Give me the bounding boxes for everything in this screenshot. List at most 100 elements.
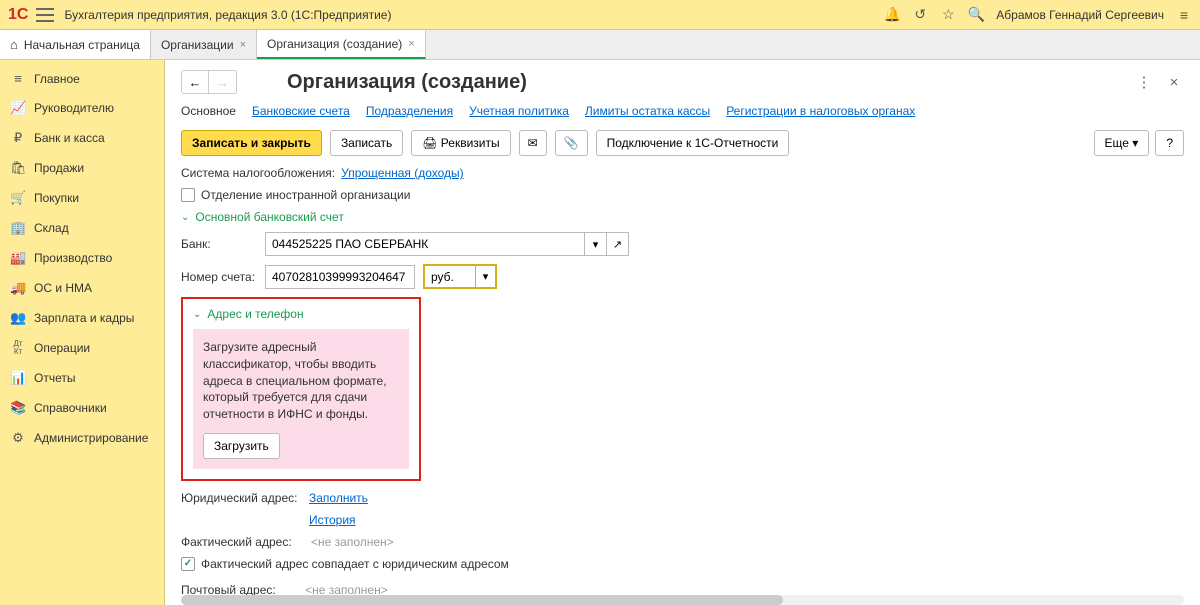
- close-icon[interactable]: ×: [240, 39, 246, 51]
- bank-section-header[interactable]: ⌄ Основной банковский счет: [181, 210, 1184, 224]
- account-input[interactable]: [265, 265, 415, 289]
- mail-button[interactable]: ✉: [519, 130, 547, 156]
- foreign-branch-checkbox[interactable]: [181, 188, 195, 202]
- account-label: Номер счета:: [181, 270, 257, 284]
- sidebar-item-main[interactable]: ≡Главное: [0, 64, 164, 93]
- sidebar-item-admin[interactable]: ⚙ Администрирование: [0, 423, 164, 453]
- history-link[interactable]: История: [309, 513, 356, 527]
- tax-system-label: Система налогообложения:: [181, 166, 335, 180]
- forward-button[interactable]: →: [209, 70, 237, 94]
- sidebar-item-hr[interactable]: 👥 Зарплата и кадры: [0, 303, 164, 333]
- history-icon[interactable]: ↺: [912, 7, 928, 23]
- section-bank-accounts[interactable]: Банковские счета: [252, 104, 350, 120]
- address-section-header[interactable]: ⌄ Адрес и телефон: [193, 307, 409, 321]
- section-tax-registrations[interactable]: Регистрации в налоговых органах: [726, 104, 915, 120]
- tab-organizations[interactable]: Организации ×: [151, 30, 257, 59]
- bank-label: Банк:: [181, 237, 257, 251]
- sidebar-item-label: Администрирование: [34, 431, 148, 445]
- sidebar-item-warehouse[interactable]: 🏢Склад: [0, 213, 164, 243]
- actual-same-label: Фактический адрес совпадает с юридически…: [201, 557, 509, 571]
- more-button[interactable]: Еще ▾: [1094, 130, 1150, 156]
- sidebar-item-bank[interactable]: ₽Банк и касса: [0, 123, 164, 153]
- dropdown-button[interactable]: ▾: [585, 232, 607, 256]
- tab-org-create[interactable]: Организация (создание) ×: [257, 30, 426, 59]
- section-nav: Основное Банковские счета Подразделения …: [181, 104, 1184, 120]
- sidebar-item-references[interactable]: 📚Справочники: [0, 393, 164, 423]
- section-cash-limits[interactable]: Лимиты остатка кассы: [585, 104, 710, 120]
- sidebar-item-manager[interactable]: 📈 Руководителю: [0, 93, 164, 123]
- close-icon[interactable]: ×: [1164, 72, 1184, 92]
- save-close-button[interactable]: Записать и закрыть: [181, 130, 322, 156]
- sidebar-item-sales[interactable]: 🛍 Продажи: [0, 153, 164, 183]
- chevron-down-icon: ⌄: [181, 212, 189, 223]
- sidebar-item-label: Зарплата и кадры: [34, 311, 134, 325]
- legal-address-label: Юридический адрес:: [181, 491, 301, 505]
- address-highlight-box: ⌄ Адрес и телефон Загрузите адресный кла…: [181, 297, 421, 481]
- actual-address-value: <не заполнен>: [311, 535, 394, 549]
- mail-icon: ✉: [528, 136, 538, 150]
- back-button[interactable]: ←: [181, 70, 209, 94]
- sidebar-item-purchases[interactable]: 🛒 Покупки: [0, 183, 164, 213]
- people-icon: 👥: [10, 310, 26, 326]
- help-button[interactable]: ?: [1155, 130, 1184, 156]
- sidebar-item-operations[interactable]: Дт Кт Операции: [0, 333, 164, 363]
- section-label: Основной банковский счет: [195, 210, 343, 224]
- sidebar-item-label: Продажи: [34, 161, 84, 175]
- bank-input[interactable]: [265, 232, 585, 256]
- sidebar: ≡Главное 📈 Руководителю ₽Банк и касса 🛍 Пр…: [0, 60, 165, 605]
- tax-system-link[interactable]: Упрощенная (доходы): [341, 166, 464, 180]
- sidebar-item-label: Производство: [34, 251, 112, 265]
- save-button[interactable]: Записать: [330, 130, 403, 156]
- requisites-button[interactable]: 🖨 Реквизиты: [411, 130, 510, 156]
- foreign-branch-label: Отделение иностранной организации: [201, 188, 410, 202]
- section-label: Адрес и телефон: [207, 307, 303, 321]
- app-title: Бухгалтерия предприятия, редакция 3.0 (1…: [64, 8, 391, 22]
- ruble-icon: ₽: [10, 130, 26, 146]
- scrollbar-thumb[interactable]: [181, 595, 783, 605]
- chart-icon: 📈: [10, 100, 26, 116]
- actual-address-label: Фактический адрес:: [181, 535, 292, 549]
- bag-icon: 🛍: [10, 160, 26, 176]
- horizontal-scrollbar[interactable]: [181, 595, 1184, 605]
- open-button[interactable]: ↗: [607, 232, 629, 256]
- chevron-down-icon: ▾: [1132, 136, 1138, 150]
- section-main[interactable]: Основное: [181, 104, 236, 120]
- load-classifier-button[interactable]: Загрузить: [203, 433, 280, 459]
- bell-icon[interactable]: 🔔: [884, 7, 900, 23]
- sidebar-item-reports[interactable]: 📊Отчеты: [0, 363, 164, 393]
- currency-field[interactable]: [425, 266, 475, 287]
- actual-same-checkbox[interactable]: ✓: [181, 557, 195, 571]
- sidebar-item-label: Справочники: [34, 401, 107, 415]
- fill-address-link[interactable]: Заполнить: [309, 491, 368, 505]
- topbar: 1С Бухгалтерия предприятия, редакция 3.0…: [0, 0, 1200, 30]
- sidebar-item-label: Руководителю: [34, 101, 114, 115]
- sidebar-item-label: Покупки: [34, 191, 79, 205]
- chevron-down-icon: ⌄: [193, 309, 201, 320]
- tab-home[interactable]: ⌂ Начальная страница: [0, 30, 151, 59]
- section-divisions[interactable]: Подразделения: [366, 104, 453, 120]
- print-icon: 🖨: [422, 136, 441, 150]
- attach-button[interactable]: 📎: [555, 130, 588, 156]
- tab-label: Организация (создание): [267, 37, 402, 51]
- connect-reporting-button[interactable]: Подключение к 1С-Отчетности: [596, 130, 790, 156]
- user-name[interactable]: Абрамов Геннадий Сергеевич: [996, 8, 1164, 22]
- gear-icon: ⚙: [10, 430, 26, 446]
- close-icon[interactable]: ×: [408, 38, 414, 50]
- sidebar-item-label: Главное: [34, 72, 80, 86]
- dtkt-icon: Дт Кт: [10, 340, 26, 356]
- cart-icon: 🛒: [10, 190, 26, 206]
- dropdown-button[interactable]: ▾: [475, 266, 495, 287]
- menu-icon[interactable]: ≡: [1176, 7, 1192, 23]
- more-icon[interactable]: ⋮: [1134, 72, 1154, 92]
- search-icon[interactable]: 🔍: [968, 7, 984, 23]
- sidebar-item-production[interactable]: 🏭 Производство: [0, 243, 164, 273]
- factory-icon: 🏭: [10, 250, 26, 266]
- building-icon: 🏢: [10, 220, 26, 236]
- currency-input[interactable]: ▾: [423, 264, 497, 289]
- star-icon[interactable]: ☆: [940, 7, 956, 23]
- sidebar-item-label: Операции: [34, 341, 90, 355]
- sidebar-item-assets[interactable]: 🚚ОС и НМА: [0, 273, 164, 303]
- section-accounting-policy[interactable]: Учетная политика: [469, 104, 569, 120]
- hamburger-icon[interactable]: [36, 8, 54, 22]
- tabbar: ⌂ Начальная страница Организации × Орган…: [0, 30, 1200, 60]
